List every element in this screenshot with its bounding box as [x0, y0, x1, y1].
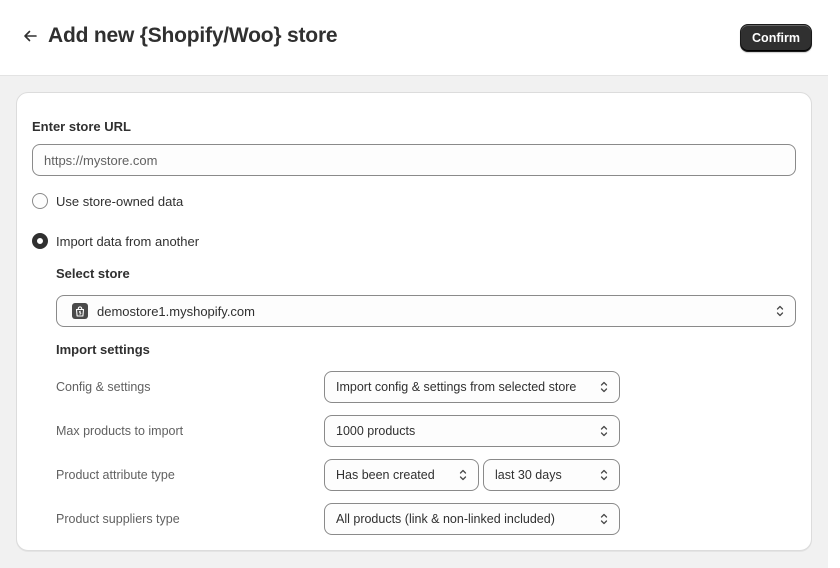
suppliers-type-label: Product suppliers type [56, 512, 180, 526]
chevron-up-down-icon [599, 468, 609, 482]
chevron-up-down-icon [599, 512, 609, 526]
max-products-select[interactable]: 1000 products [324, 415, 620, 447]
attribute-type-select[interactable]: Has been created [324, 459, 479, 491]
page-header: Add new {Shopify/Woo} store Confirm [0, 0, 828, 76]
attribute-type-label: Product attribute type [56, 468, 175, 482]
suppliers-type-select[interactable]: All products (link & non-linked included… [324, 503, 620, 535]
radio-label: Use store-owned data [56, 193, 184, 209]
back-button[interactable] [18, 26, 42, 50]
chevron-up-down-icon [599, 424, 609, 438]
attribute-range-value: last 30 days [495, 468, 562, 482]
config-settings-select[interactable]: Import config & settings from selected s… [324, 371, 620, 403]
chevron-up-down-icon [599, 380, 609, 394]
chevron-up-down-icon [775, 304, 785, 318]
radio-button-selected[interactable] [32, 233, 48, 249]
radio-button[interactable] [32, 193, 48, 209]
selected-store-value: demostore1.myshopify.com [97, 303, 255, 319]
select-store-label: Select store [56, 266, 130, 281]
page-edge [828, 0, 840, 568]
max-products-label: Max products to import [56, 424, 184, 438]
config-settings-label: Config & settings [56, 380, 151, 394]
store-form-card: Enter store URL Use store-owned data Imp… [16, 92, 812, 551]
radio-import-from-another[interactable]: Import data from another [32, 233, 199, 249]
confirm-button[interactable]: Confirm [740, 24, 812, 52]
attribute-range-select[interactable]: last 30 days [483, 459, 620, 491]
store-url-label: Enter store URL [32, 119, 131, 134]
page-title: Add new {Shopify/Woo} store [48, 24, 338, 47]
import-settings-heading: Import settings [56, 342, 150, 357]
store-url-input[interactable] [32, 144, 796, 176]
suppliers-type-value: All products (link & non-linked included… [336, 512, 555, 526]
radio-label: Import data from another [56, 233, 200, 249]
attribute-type-value: Has been created [336, 468, 435, 482]
chevron-up-down-icon [458, 468, 468, 482]
max-products-value: 1000 products [336, 424, 416, 438]
arrow-left-icon [22, 28, 38, 49]
config-settings-value: Import config & settings from selected s… [336, 380, 577, 394]
radio-use-store-owned-data[interactable]: Use store-owned data [32, 193, 183, 209]
shopify-bag-icon [72, 303, 88, 319]
store-select[interactable]: demostore1.myshopify.com [56, 295, 796, 327]
